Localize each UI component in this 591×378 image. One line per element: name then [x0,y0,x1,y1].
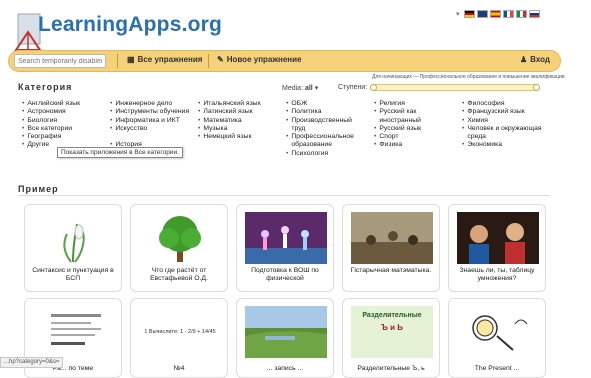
levels-slider-max-handle[interactable] [533,84,540,91]
category-column-3: • Итальянский язык • Латинский язык • Матем… [198,100,282,141]
category-link[interactable]: • ОБЖ [286,100,366,108]
all-exercises-label: Все упражнения [137,55,203,64]
category-link[interactable]: • Биология [22,117,106,125]
category-link[interactable]: • Психология [286,150,366,158]
cartoon-icon [472,315,528,351]
toolbar-divider [117,54,118,68]
example-card[interactable]: 1 Вычислите: 1 · 2/9 + 14/45 №4 [130,298,228,378]
category-column-5: • Религия • Русский как иностранный • Русск… [374,100,456,150]
example-card[interactable]: Гістарычная матэматыка. [342,204,440,292]
search-input[interactable] [14,54,106,68]
es-flag-icon[interactable] [489,10,501,18]
category-link[interactable]: • Информатика и ИКТ [110,117,195,125]
category-link[interactable]: • Русский язык [374,125,456,133]
login-label: Вход [530,55,550,64]
example-card[interactable]: Разделительные Ъ и Ь Разделительные Ъ, ь [342,298,440,378]
media-value: all [304,85,313,92]
example-card[interactable]: ... запись ... [236,298,334,378]
ru-flag-icon[interactable] [528,10,540,18]
card-title: Подготовка к ВОШ по физической [251,267,319,282]
category-link[interactable]: • Немецкий язык [198,133,282,141]
browser-status-bar: ...hp?category=0&s= [0,357,64,368]
new-exercise-button[interactable]: ✎ Новое упражнение [217,55,302,64]
card-title: Разделительные Ъ, ь [357,365,425,372]
example-card[interactable]: The Present ... [448,298,546,378]
levels-slider-caption: Для начинающих — Профессиональное образо… [372,74,565,80]
category-column-6: • Философия • Французский язык • Химия • Чел… [462,100,558,150]
tree-icon [159,216,201,262]
site-logo-text[interactable]: LearningApps.org [38,13,222,37]
card-letters: Ъ и Ь [380,323,404,332]
kids-photo-icon [457,212,539,264]
category-link[interactable]: • Профессиональное образование [286,133,366,150]
levels-slider[interactable] [370,84,540,91]
chevron-down-icon: ▾ [314,85,319,92]
examples-heading: Пример [18,184,59,194]
example-card[interactable]: Подготовка к ВОШ по физической [236,204,334,292]
document-lines-icon [51,314,101,345]
card-title: The Present ... [474,365,520,372]
category-link[interactable]: • Русский как иностранный [374,108,456,125]
fr-flag-icon[interactable] [502,10,514,18]
user-icon: ♟ [520,55,528,64]
formula-text: 1 Вычислите: 1 · 2/9 + 14/45 [144,329,216,335]
landscape-photo-icon [245,306,327,358]
category-spacer [110,133,195,141]
category-column-4: • ОБЖ • Политика • Производственный труд • П… [286,100,366,158]
grid-icon: ▦ [127,55,135,64]
category-link[interactable]: • География [22,133,106,141]
category-link[interactable]: • Математика [198,117,282,125]
media-filter[interactable]: Media: all ▾ [282,84,318,92]
category-link[interactable]: • Инструменты обучения [110,108,195,116]
card-title: Знаешь ли, ты, таблицу умножения? [459,267,535,282]
new-exercise-label: Новое упражнение [226,55,302,64]
category-link[interactable]: • Искусство [110,125,195,133]
category-tooltip: Показать приложения в Все категории. [57,147,183,158]
levels-slider-min-handle[interactable] [370,84,377,91]
history-painting-icon [351,212,433,264]
divider [18,195,550,196]
fraction-formula-icon: 1 Вычислите: 1 · 2/9 + 14/45 [139,306,221,358]
media-label: Media: [282,85,304,92]
card-title: Что где растёт от Евстафьевой О.Д. [150,267,208,282]
snowdrop-flower-icon [63,223,85,263]
gymnastics-photo-icon [245,212,327,264]
card-title: №4 [173,365,185,372]
dropdown-arrow-icon[interactable]: ▾ [456,10,460,18]
category-link[interactable]: • Латинский язык [198,108,282,116]
card-title: ... запись ... [266,365,304,372]
pencil-icon: ✎ [217,55,224,64]
it-flag-icon[interactable] [515,10,527,18]
all-exercises-button[interactable]: ▦ Все упражнения [127,55,202,64]
de-flag-icon[interactable] [463,10,475,18]
card-title: Гістарычная матэматыка. [350,267,432,274]
category-heading: Категория [18,82,73,92]
category-link[interactable]: • Химия [462,117,558,125]
category-link[interactable]: • Политика [286,108,366,116]
category-link[interactable]: • Астрономия [22,108,106,116]
example-card[interactable]: Синтаксис и пунктуация в БСП [24,204,122,292]
category-link[interactable]: • Музыка [198,125,282,133]
example-card[interactable]: Что где растёт от Евстафьевой О.Д. [130,204,228,292]
card-text: Разделительные [362,312,422,319]
category-link[interactable]: • Человек и окружающая среда [462,125,558,142]
levels-label: Ступени: [338,84,368,91]
letters-icon: Разделительные Ъ и Ь [351,306,433,358]
card-title: Синтаксис и пунктуация в БСП [32,267,114,282]
category-link[interactable]: • Производственный труд [286,117,366,134]
category-link[interactable]: • Спорт [374,133,456,141]
category-link[interactable]: • Экономика [462,141,558,149]
category-link[interactable]: • Французский язык [462,108,558,116]
login-button[interactable]: ♟ Вход [520,55,550,64]
category-link[interactable]: • Все категории [22,125,106,133]
category-column-2: • Инженерное дело • Инструменты обучения •… [110,100,195,150]
language-selector[interactable]: ▾ [456,8,540,20]
category-column-1: • Английский язык • Астрономия • Биология •… [22,100,106,150]
category-link[interactable]: • Английский язык [22,100,106,108]
example-card[interactable]: Знаешь ли, ты, таблицу умножения? [448,204,546,292]
category-link[interactable]: • Физика [374,141,456,149]
toolbar-divider [208,54,209,68]
en-flag-icon[interactable] [476,10,488,18]
